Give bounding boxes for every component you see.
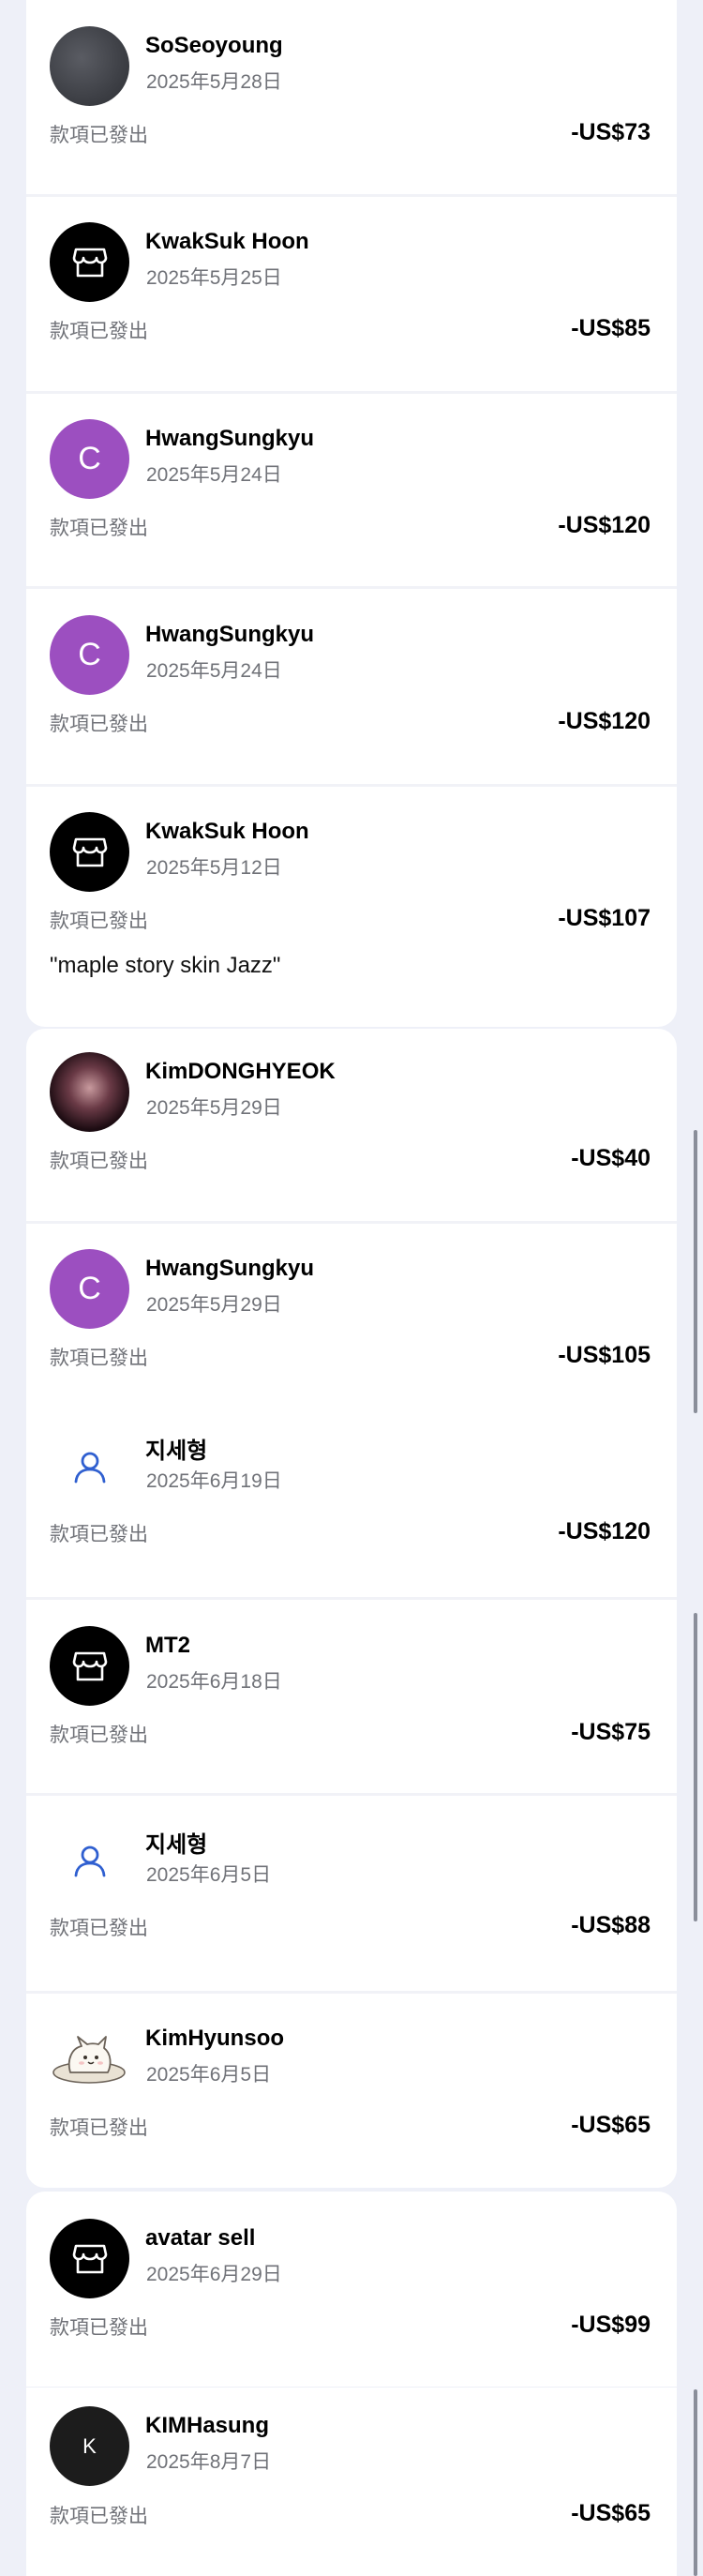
avatar [50, 1426, 129, 1506]
transaction-date: 2025年5月29日 [146, 1097, 282, 1119]
cat-sticker-icon [52, 2035, 126, 2084]
payee-name: KimDONGHYEOK [145, 1059, 336, 1084]
avatar [50, 26, 129, 106]
status-text: 款項已發出 [50, 2506, 148, 2527]
avatar: C [50, 419, 129, 499]
payee-name: KIMHasung [145, 2413, 269, 2438]
avatar-letter: C [78, 441, 101, 476]
store-icon [72, 837, 107, 866]
store-icon [72, 1651, 107, 1680]
avatar [50, 222, 129, 302]
transaction-date: 2025年5月28日 [146, 71, 282, 93]
amount: -US$40 [571, 1145, 651, 1171]
status-text: 款項已發出 [50, 714, 148, 735]
status-text: 款項已發出 [50, 911, 148, 932]
status-text: 款項已發出 [50, 1348, 148, 1369]
amount: -US$107 [558, 905, 651, 931]
payee-name: HwangSungkyu [145, 622, 315, 647]
transaction-list: SoSeoyoung 2025年5月28日 款項已發出 -US$73 KwakS… [0, 0, 703, 2576]
transaction-row[interactable]: KwakSuk Hoon 2025年5月12日 款項已發出 -US$107 "m… [26, 787, 677, 1027]
transaction-row[interactable]: KimDONGHYEOK 2025年5月29日 款項已發出 -US$40 [26, 1029, 677, 1221]
avatar [50, 1626, 129, 1706]
payee-name: KwakSuk Hoon [145, 819, 309, 844]
payee-name: KwakSuk Hoon [145, 229, 309, 254]
status-text: 款項已發出 [50, 2317, 148, 2339]
avatar [50, 1820, 129, 1900]
transaction-date: 2025年6月29日 [146, 2264, 282, 2285]
transaction-row[interactable]: C HwangSungkyu 2025年5月24日 款項已發出 -US$120 [26, 394, 677, 586]
payee-name: MT2 [145, 1633, 190, 1658]
status-text: 款項已發出 [50, 321, 148, 342]
transaction-date: 2025年5月12日 [146, 857, 282, 879]
transaction-row[interactable]: KimHyunsoo 2025年6月5日 款項已發出 -US$65 [26, 1994, 677, 2188]
transaction-date: 2025年6月19日 [146, 1470, 282, 1492]
status-text: 款項已發出 [50, 1725, 148, 1746]
payee-name: avatar sell [145, 2225, 256, 2251]
payee-name: 지세형 [145, 1439, 208, 1464]
scrollbar-indicator[interactable] [694, 1130, 697, 1413]
amount: -US$75 [571, 1719, 651, 1745]
transaction-date: 2025年5月29日 [146, 1294, 282, 1316]
transaction-row[interactable]: SoSeoyoung 2025年5月28日 款項已發出 -US$73 [26, 0, 677, 194]
transaction-row[interactable]: K KIMHasung 2025年8月7日 款項已發出 -US$65 [26, 2388, 677, 2576]
amount: -US$99 [571, 2312, 651, 2338]
avatar-letter: C [78, 1271, 101, 1306]
transaction-date: 2025年8月7日 [146, 2451, 272, 2473]
transaction-row[interactable]: avatar sell 2025年6月29日 款項已發出 -US$99 [26, 2192, 677, 2387]
amount: -US$85 [571, 315, 651, 341]
amount: -US$65 [571, 2500, 651, 2526]
payee-name: HwangSungkyu [145, 426, 315, 451]
transaction-note: "maple story skin Jazz" [50, 953, 281, 978]
amount: -US$105 [558, 1342, 651, 1368]
transaction-date: 2025年6月18日 [146, 1671, 282, 1693]
avatar [50, 812, 129, 892]
amount: -US$120 [558, 708, 651, 734]
avatar [50, 1052, 129, 1132]
transaction-group: SoSeoyoung 2025年5月28日 款項已發出 -US$73 KwakS… [26, 0, 677, 1027]
amount: -US$88 [571, 1912, 651, 1938]
amount: -US$73 [571, 119, 651, 145]
scrollbar-indicator[interactable] [694, 2389, 697, 2576]
status-text: 款項已發出 [50, 1151, 148, 1172]
transaction-row[interactable]: C HwangSungkyu 2025年5月29日 款項已發出 -US$105 [26, 1224, 677, 1409]
transaction-row[interactable]: 지세형 2025年6月5日 款項已發出 -US$88 [26, 1796, 677, 1991]
transaction-date: 2025年6月5日 [146, 2064, 272, 2086]
avatar [50, 2019, 129, 2099]
avatar: C [50, 1249, 129, 1329]
transaction-row[interactable]: KwakSuk Hoon 2025年5月25日 款項已發出 -US$85 [26, 197, 677, 391]
transaction-group: avatar sell 2025年6月29日 款項已發出 -US$99 [26, 2192, 677, 2387]
avatar-letter: C [78, 637, 101, 672]
amount: -US$120 [558, 512, 651, 538]
user-icon [74, 1845, 105, 1876]
transaction-row[interactable]: 지세형 2025年6月19日 款項已發出 -US$120 [26, 1409, 677, 1597]
payee-name: SoSeoyoung [145, 33, 283, 58]
transaction-date: 2025年5月25日 [146, 267, 282, 289]
amount: -US$65 [571, 2112, 651, 2138]
user-icon [74, 1452, 105, 1483]
status-text: 款項已發出 [50, 125, 148, 146]
transaction-date: 2025年5月24日 [146, 464, 282, 486]
payee-name: 지세형 [145, 1832, 208, 1858]
avatar [50, 2219, 129, 2298]
avatar-letter: K [82, 2433, 97, 2458]
amount: -US$120 [558, 1518, 651, 1544]
scrollbar-indicator[interactable] [694, 1613, 697, 1921]
transaction-date: 2025年6月5日 [146, 1864, 272, 1886]
transaction-row[interactable]: C HwangSungkyu 2025年5月24日 款項已發出 -US$120 [26, 589, 677, 784]
payee-name: HwangSungkyu [145, 1256, 315, 1281]
status-text: 款項已發出 [50, 2117, 148, 2139]
status-text: 款項已發出 [50, 1524, 148, 1545]
status-text: 款項已發出 [50, 518, 148, 539]
avatar: K [50, 2406, 129, 2486]
store-icon [72, 2244, 107, 2273]
transaction-date: 2025年5月24日 [146, 660, 282, 682]
status-text: 款項已發出 [50, 1918, 148, 1939]
transaction-group: K KIMHasung 2025年8月7日 款項已發出 -US$65 [26, 2388, 677, 2576]
payee-name: KimHyunsoo [145, 2026, 285, 2051]
transaction-group: KimDONGHYEOK 2025年5月29日 款項已發出 -US$40 C H… [26, 1029, 677, 2188]
avatar: C [50, 615, 129, 695]
transaction-row[interactable]: MT2 2025年6月18日 款項已發出 -US$75 [26, 1600, 677, 1793]
store-icon [72, 248, 107, 277]
